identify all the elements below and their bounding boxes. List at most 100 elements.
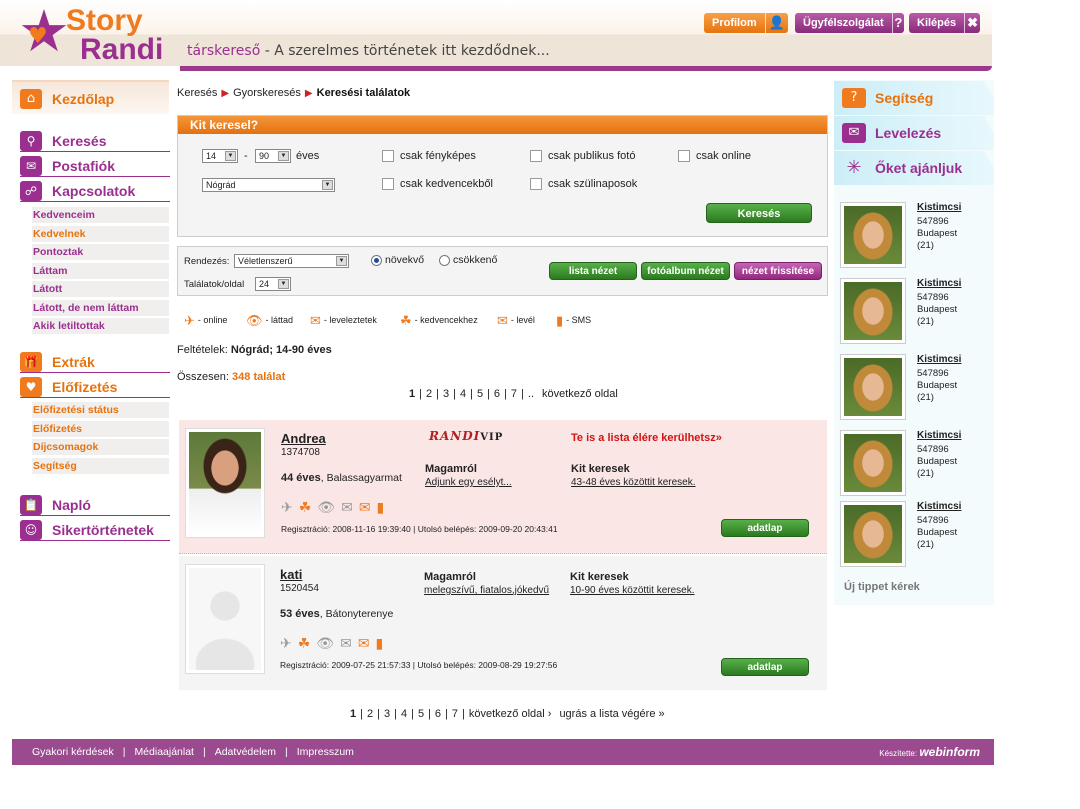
nav-sub-saw-not-seen[interactable]: Látott, de nem láttam xyxy=(32,300,169,316)
maker-logo[interactable]: webinform xyxy=(919,745,980,759)
profile-name[interactable]: Andrea xyxy=(281,431,326,446)
recommended-photo[interactable] xyxy=(840,354,906,420)
profile-sheet-button[interactable]: adatlap xyxy=(721,658,809,676)
check-birthday-only[interactable]: csak szülinaposok xyxy=(530,178,637,192)
nav-subscription[interactable]: ♥ Előfizetés xyxy=(20,376,170,398)
page-4[interactable]: 4 xyxy=(460,388,466,400)
envelope-icon[interactable]: ✉ xyxy=(358,636,370,652)
page-4[interactable]: 4 xyxy=(401,708,407,720)
page-1[interactable]: 1 xyxy=(409,388,415,400)
page-1[interactable]: 1 xyxy=(350,708,356,720)
footer-imprint[interactable]: Impresszum xyxy=(297,746,354,758)
recommended-name[interactable]: Kistimcsi xyxy=(917,202,961,213)
checkbox[interactable] xyxy=(382,150,394,163)
recommended-profile[interactable]: Kistimcsi 547896 Budapest (21) xyxy=(840,202,990,272)
age-from-select[interactable]: 14 ▼ xyxy=(202,149,238,163)
page-6[interactable]: 6 xyxy=(494,388,500,400)
add-favourite-icon[interactable]: ☘ xyxy=(299,500,312,516)
nav-sub-help[interactable]: Segítség xyxy=(32,458,169,474)
profile-button[interactable]: Profilom 👤 xyxy=(704,13,788,33)
list-view-button[interactable]: lista nézet xyxy=(549,262,637,280)
page-2[interactable]: 2 xyxy=(367,708,373,720)
recommended-name[interactable]: Kistimcsi xyxy=(917,501,961,512)
profile-photo[interactable] xyxy=(185,428,265,538)
checkbox[interactable] xyxy=(530,178,542,191)
breadcrumb-search[interactable]: Keresés xyxy=(177,87,217,99)
nav-success-stories[interactable]: ☺ Sikertörténetek xyxy=(20,519,170,541)
sort-ascending-radio[interactable]: növekvő xyxy=(371,254,424,266)
checkbox[interactable] xyxy=(382,178,394,191)
phone-icon[interactable]: ▮ xyxy=(377,500,385,516)
recommended-profile[interactable]: Kistimcsi 547896 Budapest (21) xyxy=(840,354,990,424)
nav-sub-subscribe[interactable]: Előfizetés xyxy=(32,421,169,437)
profile-sheet-button[interactable]: adatlap xyxy=(721,519,809,537)
page-7[interactable]: 7 xyxy=(511,388,517,400)
page-2[interactable]: 2 xyxy=(426,388,432,400)
footer-faq[interactable]: Gyakori kérdések xyxy=(32,746,114,758)
sort-descending-radio[interactable]: csökkenő xyxy=(439,254,497,266)
recommended-name[interactable]: Kistimcsi xyxy=(917,278,961,289)
add-favourite-icon[interactable]: ☘ xyxy=(298,636,311,652)
radio-selected[interactable] xyxy=(371,254,382,266)
about-text[interactable]: melegszívű, fiatalos,jókedvű xyxy=(424,585,549,596)
page-5[interactable]: 5 xyxy=(418,708,424,720)
check-online-only[interactable]: csak online xyxy=(678,150,751,164)
nav-sub-favourites[interactable]: Kedvenceim xyxy=(32,207,169,223)
recommended-profile[interactable]: Kistimcsi 547896 Budapest (21) xyxy=(840,501,990,571)
recommended-photo[interactable] xyxy=(840,430,906,496)
messaging-link[interactable]: ✉ Levelezés xyxy=(834,116,994,150)
recommended-name[interactable]: Kistimcsi xyxy=(917,354,961,365)
nav-sub-liked-by[interactable]: Kedvelnek xyxy=(32,226,169,242)
envelope-icon[interactable]: ✉ xyxy=(359,500,371,516)
about-text[interactable]: Adjunk egy esélyt... xyxy=(425,477,512,488)
nav-search[interactable]: ⚲ Keresés xyxy=(20,130,170,152)
nav-sub-rated[interactable]: Pontoztak xyxy=(32,244,169,260)
album-view-button[interactable]: fotóalbum nézet xyxy=(641,262,730,280)
recommended-photo[interactable] xyxy=(840,278,906,344)
nav-sub-blocked[interactable]: Akik letiltottak xyxy=(32,318,169,334)
profile-name[interactable]: kati xyxy=(280,567,302,582)
nav-extras[interactable]: 🎁 Extrák xyxy=(20,351,170,373)
profile-photo-placeholder[interactable] xyxy=(185,564,265,674)
help-link[interactable]: ? Segítség xyxy=(834,81,994,115)
nav-diary[interactable]: 📋 Napló xyxy=(20,494,170,516)
nav-contacts[interactable]: ☍ Kapcsolatok xyxy=(20,180,170,202)
nav-sub-status[interactable]: Előfizetési státus xyxy=(32,402,169,418)
page-next[interactable]: következő oldal › xyxy=(469,708,552,720)
recommended-name[interactable]: Kistimcsi xyxy=(917,430,961,441)
footer-privacy[interactable]: Adatvédelem xyxy=(215,746,276,758)
nav-sub-saw-me[interactable]: Látott xyxy=(32,281,169,297)
phone-icon[interactable]: ▮ xyxy=(376,636,384,652)
refresh-view-button[interactable]: nézet frissítése xyxy=(734,262,822,280)
recommended-photo[interactable] xyxy=(840,202,906,268)
page-next[interactable]: következő oldal xyxy=(542,388,618,400)
sort-select[interactable]: Véletlenszerű ▼ xyxy=(234,254,349,268)
new-tip-link[interactable]: Új tippet kérek xyxy=(844,581,920,593)
search-submit-button[interactable]: Keresés xyxy=(706,203,812,223)
page-3[interactable]: 3 xyxy=(384,708,390,720)
page-5[interactable]: 5 xyxy=(477,388,483,400)
per-page-select[interactable]: 24 ▼ xyxy=(255,277,291,291)
breadcrumb-quick-search[interactable]: Gyorskeresés xyxy=(233,87,301,99)
footer-media[interactable]: Médiaajánlat xyxy=(134,746,194,758)
age-to-select[interactable]: 90 ▼ xyxy=(255,149,291,163)
logout-button[interactable]: Kilépés ✖ xyxy=(909,13,980,33)
radio-unselected[interactable] xyxy=(439,254,450,266)
seeking-text[interactable]: 10-90 éves közöttit keresek. xyxy=(570,585,695,596)
top-list-promo-link[interactable]: Te is a lista élére kerülhetsz» xyxy=(571,432,722,444)
recommended-profile[interactable]: Kistimcsi 547896 Budapest (21) xyxy=(840,430,990,500)
page-6[interactable]: 6 xyxy=(435,708,441,720)
logo[interactable]: ★ ♥ Story Randi xyxy=(14,2,184,66)
nav-sub-seen[interactable]: Láttam xyxy=(32,263,169,279)
page-last[interactable]: ugrás a lista végére » xyxy=(559,708,664,720)
seeking-text[interactable]: 43-48 éves közöttit keresek. xyxy=(571,477,696,488)
checkbox[interactable] xyxy=(678,150,690,163)
recommended-photo[interactable] xyxy=(840,501,906,567)
page-3[interactable]: 3 xyxy=(443,388,449,400)
nav-mailbox[interactable]: ✉ Postafiók xyxy=(20,155,170,177)
page-7[interactable]: 7 xyxy=(452,708,458,720)
check-photo-only[interactable]: csak fényképes xyxy=(382,150,476,164)
nav-home[interactable]: ⌂ Kezdőlap xyxy=(12,80,169,114)
nav-sub-plans[interactable]: Díjcsomagok xyxy=(32,439,169,455)
region-select[interactable]: Nógrád ▼ xyxy=(202,178,335,192)
